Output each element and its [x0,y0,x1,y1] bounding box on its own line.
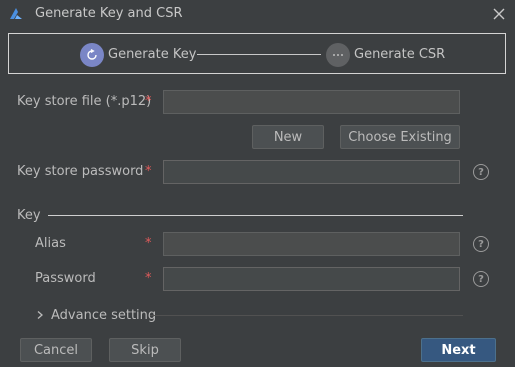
app-logo-icon [10,8,22,19]
step-connector [197,54,321,55]
advance-setting-toggle[interactable]: Advance setting [35,307,156,323]
required-mark: * [145,236,152,251]
new-keystore-button[interactable]: New [252,125,324,149]
chevron-right-icon [37,311,43,319]
close-icon[interactable] [491,6,507,22]
keystore-file-field[interactable] [163,90,460,114]
help-icon[interactable]: ? [473,271,489,287]
keystore-file-label: Key store file (*.p12) [17,94,152,109]
advance-setting-divider [150,315,463,316]
skip-button[interactable]: Skip [109,338,181,362]
window-title: Generate Key and CSR [35,6,183,21]
refresh-icon [87,48,97,60]
help-icon[interactable]: ? [473,236,489,252]
choose-existing-button[interactable]: Choose Existing [340,125,460,149]
keystore-password-label: Key store password [17,164,144,179]
key-password-label: Password [35,271,96,286]
alias-label: Alias [35,236,66,251]
key-section-divider [48,215,463,216]
required-mark: * [145,271,152,286]
key-password-field[interactable] [163,267,460,291]
key-section-label: Key [17,208,41,223]
title-bar: Generate Key and CSR [0,0,515,29]
step-generate-key-indicator [80,43,104,67]
next-button[interactable]: Next [421,338,496,362]
help-icon[interactable]: ? [473,164,489,180]
step-generate-csr-label: Generate CSR [354,47,446,62]
required-mark: * [145,164,152,179]
advance-setting-label: Advance setting [51,307,157,323]
keystore-password-field[interactable] [163,160,460,184]
cancel-button[interactable]: Cancel [20,338,92,362]
alias-field[interactable] [163,232,460,256]
required-mark: * [145,94,152,109]
step-generate-csr-indicator [326,43,350,67]
ellipsis-icon [333,54,343,56]
wizard-stepper: Generate Key Generate CSR [8,33,506,74]
step-generate-key-label: Generate Key [108,47,197,62]
